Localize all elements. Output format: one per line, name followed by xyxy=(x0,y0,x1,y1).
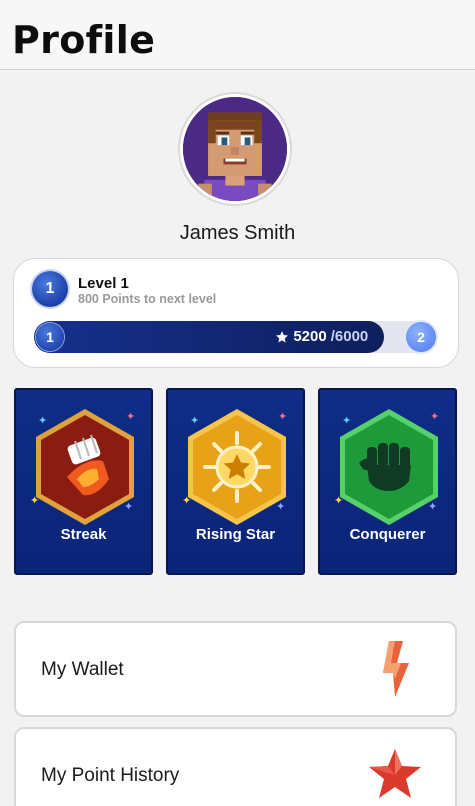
menu-label: My Point History xyxy=(41,765,180,786)
badge-label: Streak xyxy=(60,526,107,543)
progress-start-level: 1 xyxy=(36,323,64,351)
raised-fist-icon xyxy=(340,409,438,525)
badge-rising-star[interactable]: ✦ ✦ ✦ ✦ Rising Star xyxy=(166,388,305,575)
blocky-character-icon xyxy=(183,97,287,201)
lightning-bolt-icon xyxy=(383,641,409,697)
badge-streak[interactable]: ✦ ✦ ✦ ✦ Streak xyxy=(14,388,153,575)
points-total: /6000 xyxy=(330,328,369,345)
progress-fill: 5200/6000 xyxy=(34,321,385,353)
level-card: 1 Level 1 800 Points to next level 5200/… xyxy=(13,258,459,368)
menu-label: My Wallet xyxy=(41,659,124,680)
badge-label: Conquerer xyxy=(349,526,426,543)
progress-points: 5200/6000 xyxy=(275,328,368,345)
level-subtitle: 800 Points to next level xyxy=(78,292,217,306)
badge-label: Rising Star xyxy=(195,526,276,543)
progress-next-level: 2 xyxy=(406,322,436,352)
level-progress-bar: 5200/6000 1 2 xyxy=(34,321,438,353)
level-badge: 1 xyxy=(32,271,68,307)
avatar[interactable] xyxy=(178,92,292,206)
star-icon xyxy=(276,330,289,342)
header: Profile xyxy=(0,0,475,70)
fist-punch-icon xyxy=(36,409,134,525)
user-name: James Smith xyxy=(179,222,296,244)
my-point-history-button[interactable]: My Point History xyxy=(14,727,457,806)
points-current: 5200 xyxy=(293,328,327,345)
badges-row: ✦ ✦ ✦ ✦ Streak ✦ ✦ ✦ ✦ Rising Star ✦ ✦ ✦… xyxy=(14,388,458,575)
star-medal-icon xyxy=(188,409,286,525)
star-icon xyxy=(369,749,421,798)
page-title: Profile xyxy=(12,18,156,62)
avatar-image xyxy=(183,97,287,201)
my-wallet-button[interactable]: My Wallet xyxy=(14,621,457,717)
badge-conquerer[interactable]: ✦ ✦ ✦ ✦ Conquerer xyxy=(318,388,457,575)
level-title: Level 1 xyxy=(78,275,129,292)
